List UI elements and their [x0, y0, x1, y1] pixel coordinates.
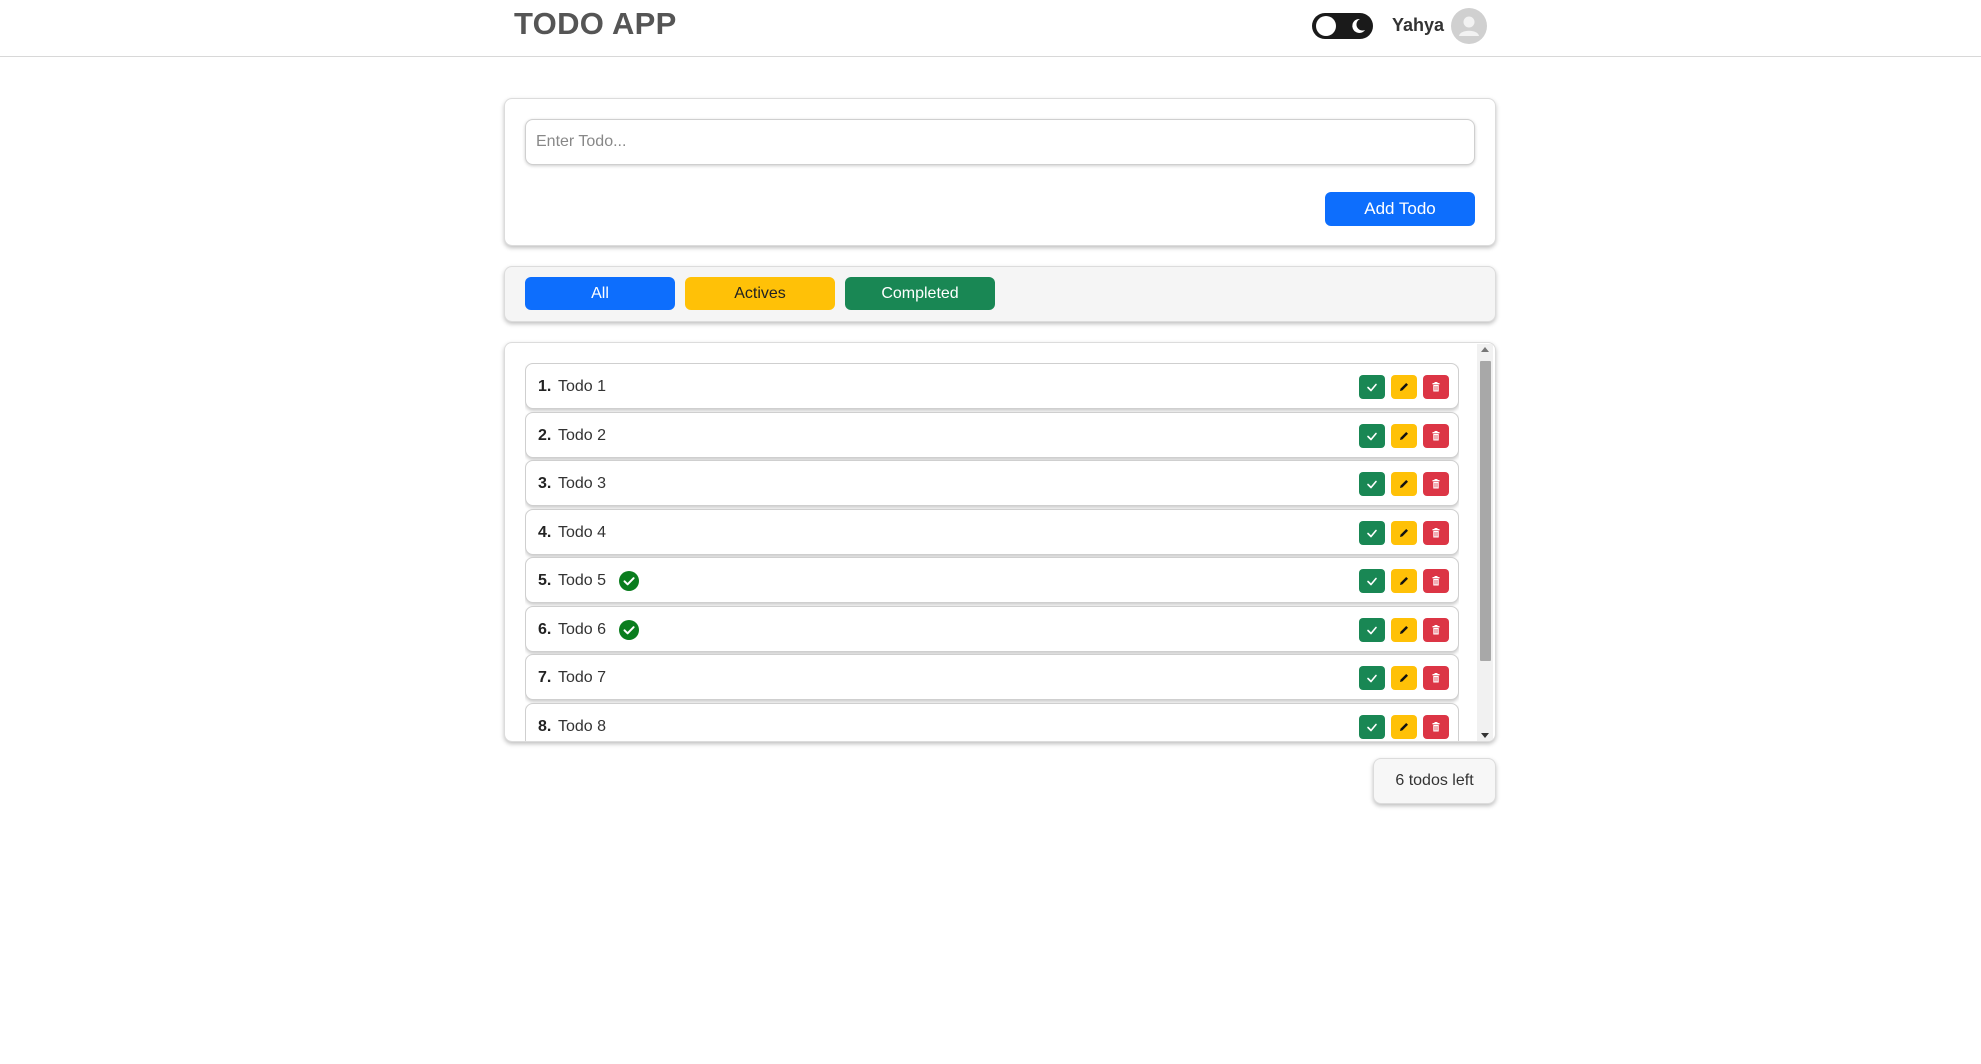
todo-list-scrollbar[interactable]	[1477, 344, 1493, 741]
pencil-icon	[1400, 674, 1408, 682]
completed-check-icon	[619, 571, 639, 591]
todo-text: Todo 4	[558, 524, 607, 541]
todo-item[interactable]: 8. Todo 8	[525, 703, 1459, 741]
pencil-icon	[1400, 577, 1408, 585]
todo-item[interactable]: 5. Todo 5	[525, 557, 1459, 603]
check-icon	[1367, 529, 1377, 538]
todo-number: 2.	[538, 427, 552, 444]
todo-number: 5.	[538, 572, 552, 589]
check-icon	[1367, 480, 1377, 489]
todo-number: 1.	[538, 378, 552, 395]
todo-item[interactable]: 2. Todo 2	[525, 412, 1459, 458]
edit-button[interactable]	[1391, 666, 1417, 690]
scroll-down-arrow-icon[interactable]	[1481, 733, 1489, 738]
filter-completed-button[interactable]: Completed	[845, 277, 995, 310]
pencil-icon	[1400, 626, 1408, 634]
trash-icon	[1432, 722, 1440, 732]
complete-button[interactable]	[1359, 375, 1385, 399]
todo-list-card: 1. Todo 1 2. Todo 2 3. Todo 3 4. Todo 4 5. Todo 5…	[504, 342, 1496, 742]
edit-button[interactable]	[1391, 715, 1417, 739]
pencil-icon	[1400, 383, 1408, 391]
completed-check-icon	[619, 620, 639, 640]
filter-actives-button[interactable]: Actives	[685, 277, 835, 310]
add-todo-button[interactable]: Add Todo	[1325, 192, 1475, 226]
todo-item[interactable]: 7. Todo 7	[525, 654, 1459, 700]
trash-icon	[1432, 625, 1440, 635]
check-icon	[1367, 626, 1377, 635]
scroll-up-arrow-icon[interactable]	[1481, 347, 1489, 352]
todo-number: 3.	[538, 475, 552, 492]
todo-item[interactable]: 3. Todo 3	[525, 460, 1459, 506]
todo-number: 4.	[538, 524, 552, 541]
todo-item[interactable]: 1. Todo 1	[525, 363, 1459, 409]
todo-text: Todo 1	[558, 378, 607, 395]
edit-button[interactable]	[1391, 618, 1417, 642]
app-title: TODO APP	[514, 6, 677, 41]
todo-text: Todo 7	[558, 669, 607, 686]
edit-button[interactable]	[1391, 424, 1417, 448]
todo-input[interactable]	[525, 119, 1475, 165]
check-icon	[1367, 674, 1377, 683]
todo-number: 6.	[538, 621, 552, 638]
add-todo-card: Add Todo	[504, 98, 1496, 246]
delete-button[interactable]	[1423, 375, 1449, 399]
todo-number: 8.	[538, 718, 552, 735]
complete-button[interactable]	[1359, 569, 1385, 593]
pencil-icon	[1400, 723, 1408, 731]
todo-list[interactable]: 1. Todo 1 2. Todo 2 3. Todo 3 4. Todo 4 5. Todo 5…	[525, 363, 1459, 741]
todo-item[interactable]: 6. Todo 6	[525, 606, 1459, 652]
trash-icon	[1432, 528, 1440, 538]
todos-left-badge: 6 todos left	[1373, 758, 1496, 804]
user-name: Yahya	[1392, 15, 1445, 35]
trash-icon	[1432, 382, 1440, 392]
edit-button[interactable]	[1391, 569, 1417, 593]
check-icon	[1367, 577, 1377, 586]
trash-icon	[1432, 576, 1440, 586]
complete-button[interactable]	[1359, 666, 1385, 690]
complete-button[interactable]	[1359, 715, 1385, 739]
todo-item[interactable]: 4. Todo 4	[525, 509, 1459, 555]
delete-button[interactable]	[1423, 715, 1449, 739]
todo-text: Todo 5	[558, 572, 607, 589]
complete-button[interactable]	[1359, 472, 1385, 496]
complete-button[interactable]	[1359, 618, 1385, 642]
pencil-icon	[1400, 480, 1408, 488]
check-icon	[1367, 383, 1377, 392]
user-avatar-icon[interactable]	[1451, 8, 1487, 44]
delete-button[interactable]	[1423, 472, 1449, 496]
delete-button[interactable]	[1423, 618, 1449, 642]
filter-bar: All Actives Completed	[504, 266, 1496, 322]
edit-button[interactable]	[1391, 472, 1417, 496]
todo-text: Todo 3	[558, 475, 607, 492]
trash-icon	[1432, 673, 1440, 683]
theme-toggle[interactable]	[1312, 13, 1373, 39]
trash-icon	[1432, 431, 1440, 441]
top-navbar: TODO APP Yahya	[0, 0, 1981, 57]
complete-button[interactable]	[1359, 424, 1385, 448]
pencil-icon	[1400, 529, 1408, 537]
filter-all-button[interactable]: All	[525, 277, 675, 310]
delete-button[interactable]	[1423, 521, 1449, 545]
moon-icon	[1352, 18, 1365, 33]
todo-text: Todo 2	[558, 427, 607, 444]
scroll-thumb[interactable]	[1480, 361, 1491, 661]
pencil-icon	[1400, 432, 1408, 440]
check-icon	[1367, 432, 1377, 441]
todo-text: Todo 8	[558, 718, 607, 735]
todo-number: 7.	[538, 669, 552, 686]
edit-button[interactable]	[1391, 521, 1417, 545]
delete-button[interactable]	[1423, 424, 1449, 448]
complete-button[interactable]	[1359, 521, 1385, 545]
trash-icon	[1432, 479, 1440, 489]
delete-button[interactable]	[1423, 569, 1449, 593]
todo-text: Todo 6	[558, 621, 607, 638]
delete-button[interactable]	[1423, 666, 1449, 690]
edit-button[interactable]	[1391, 375, 1417, 399]
check-icon	[1367, 723, 1377, 732]
light-knob-icon	[1316, 16, 1336, 36]
